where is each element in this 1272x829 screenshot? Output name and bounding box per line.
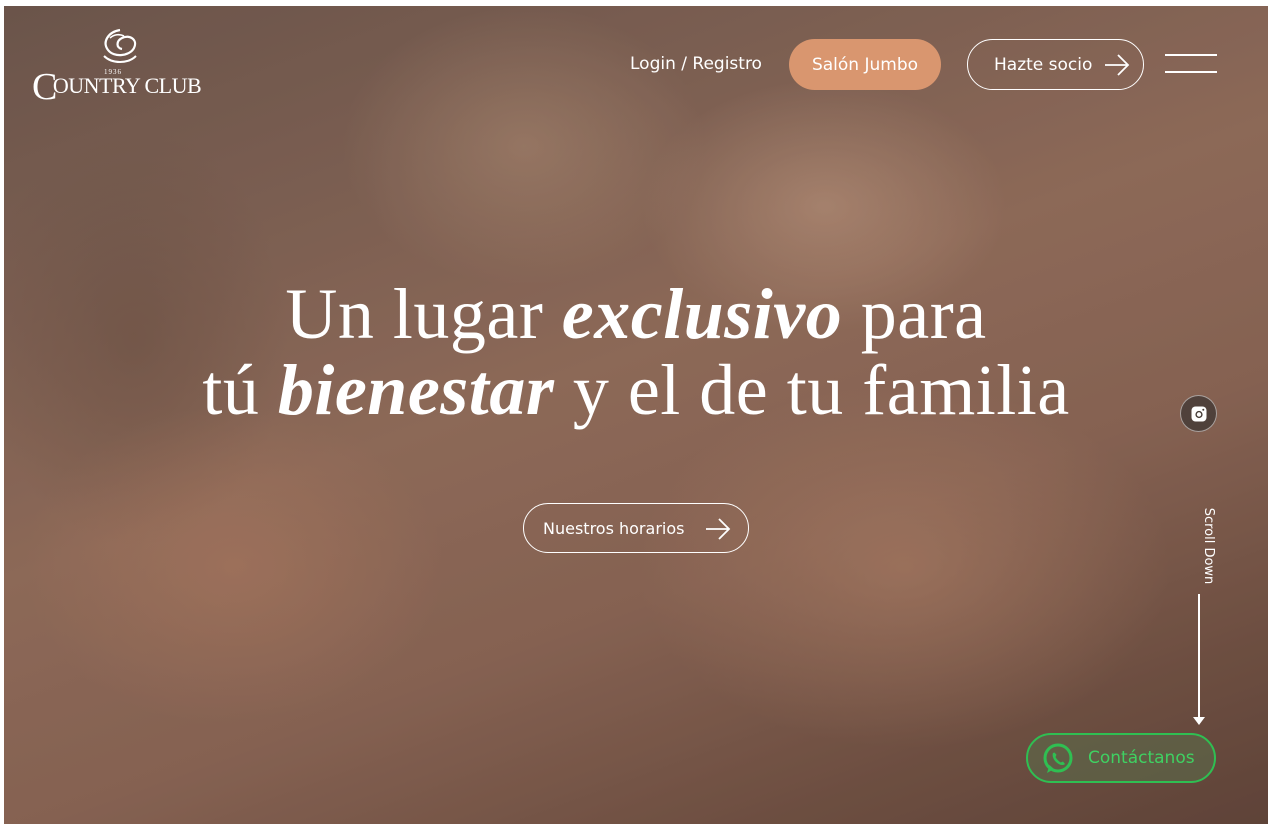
menu-line-bottom — [1165, 71, 1217, 73]
hero-line-1-start: Un lugar — [285, 274, 562, 354]
logo-rest: OUNTRY CLUB — [52, 73, 202, 98]
hero-line-2: tú bienestar y el de tu familia — [0, 352, 1272, 428]
login-register-link[interactable]: Login / Registro — [630, 54, 762, 74]
menu-line-top — [1165, 54, 1217, 56]
arrow-right-icon — [1105, 54, 1130, 76]
contact-label: Contáctanos — [1088, 748, 1195, 768]
schedule-label: Nuestros horarios — [543, 518, 685, 538]
salon-jumbo-button[interactable]: Salón Jumbo — [789, 39, 941, 90]
logo-text: COUNTRY CLUB — [32, 68, 202, 106]
hero-line-1-end: para — [842, 274, 987, 354]
schedule-button[interactable]: Nuestros horarios — [523, 503, 749, 553]
join-member-label: Hazte socio — [994, 54, 1093, 75]
hero-line-1-emphasis: exclusivo — [561, 274, 843, 354]
instagram-icon — [1191, 406, 1206, 421]
instagram-link[interactable] — [1180, 395, 1217, 432]
arrow-right-icon — [706, 518, 731, 540]
hero-line-2-end: y el de tu familia — [554, 350, 1070, 430]
whatsapp-icon — [1043, 743, 1073, 773]
hero-line-1: Un lugar exclusivo para — [0, 276, 1272, 352]
hero-line-2-emphasis: bienestar — [277, 350, 555, 430]
hero-line-2-start: tú — [202, 350, 278, 430]
scroll-line — [1198, 594, 1200, 718]
join-member-button[interactable]: Hazte socio — [967, 39, 1144, 90]
menu-icon[interactable] — [1165, 54, 1217, 74]
whatsapp-contact-button[interactable]: Contáctanos — [1026, 733, 1216, 783]
scroll-down-label: Scroll Down — [1201, 507, 1216, 585]
logo-swirl-icon — [103, 28, 137, 63]
site-logo[interactable]: 1936 COUNTRY CLUB — [32, 26, 202, 106]
arrow-down-icon — [1193, 717, 1205, 725]
salon-jumbo-label: Salón Jumbo — [811, 54, 919, 75]
